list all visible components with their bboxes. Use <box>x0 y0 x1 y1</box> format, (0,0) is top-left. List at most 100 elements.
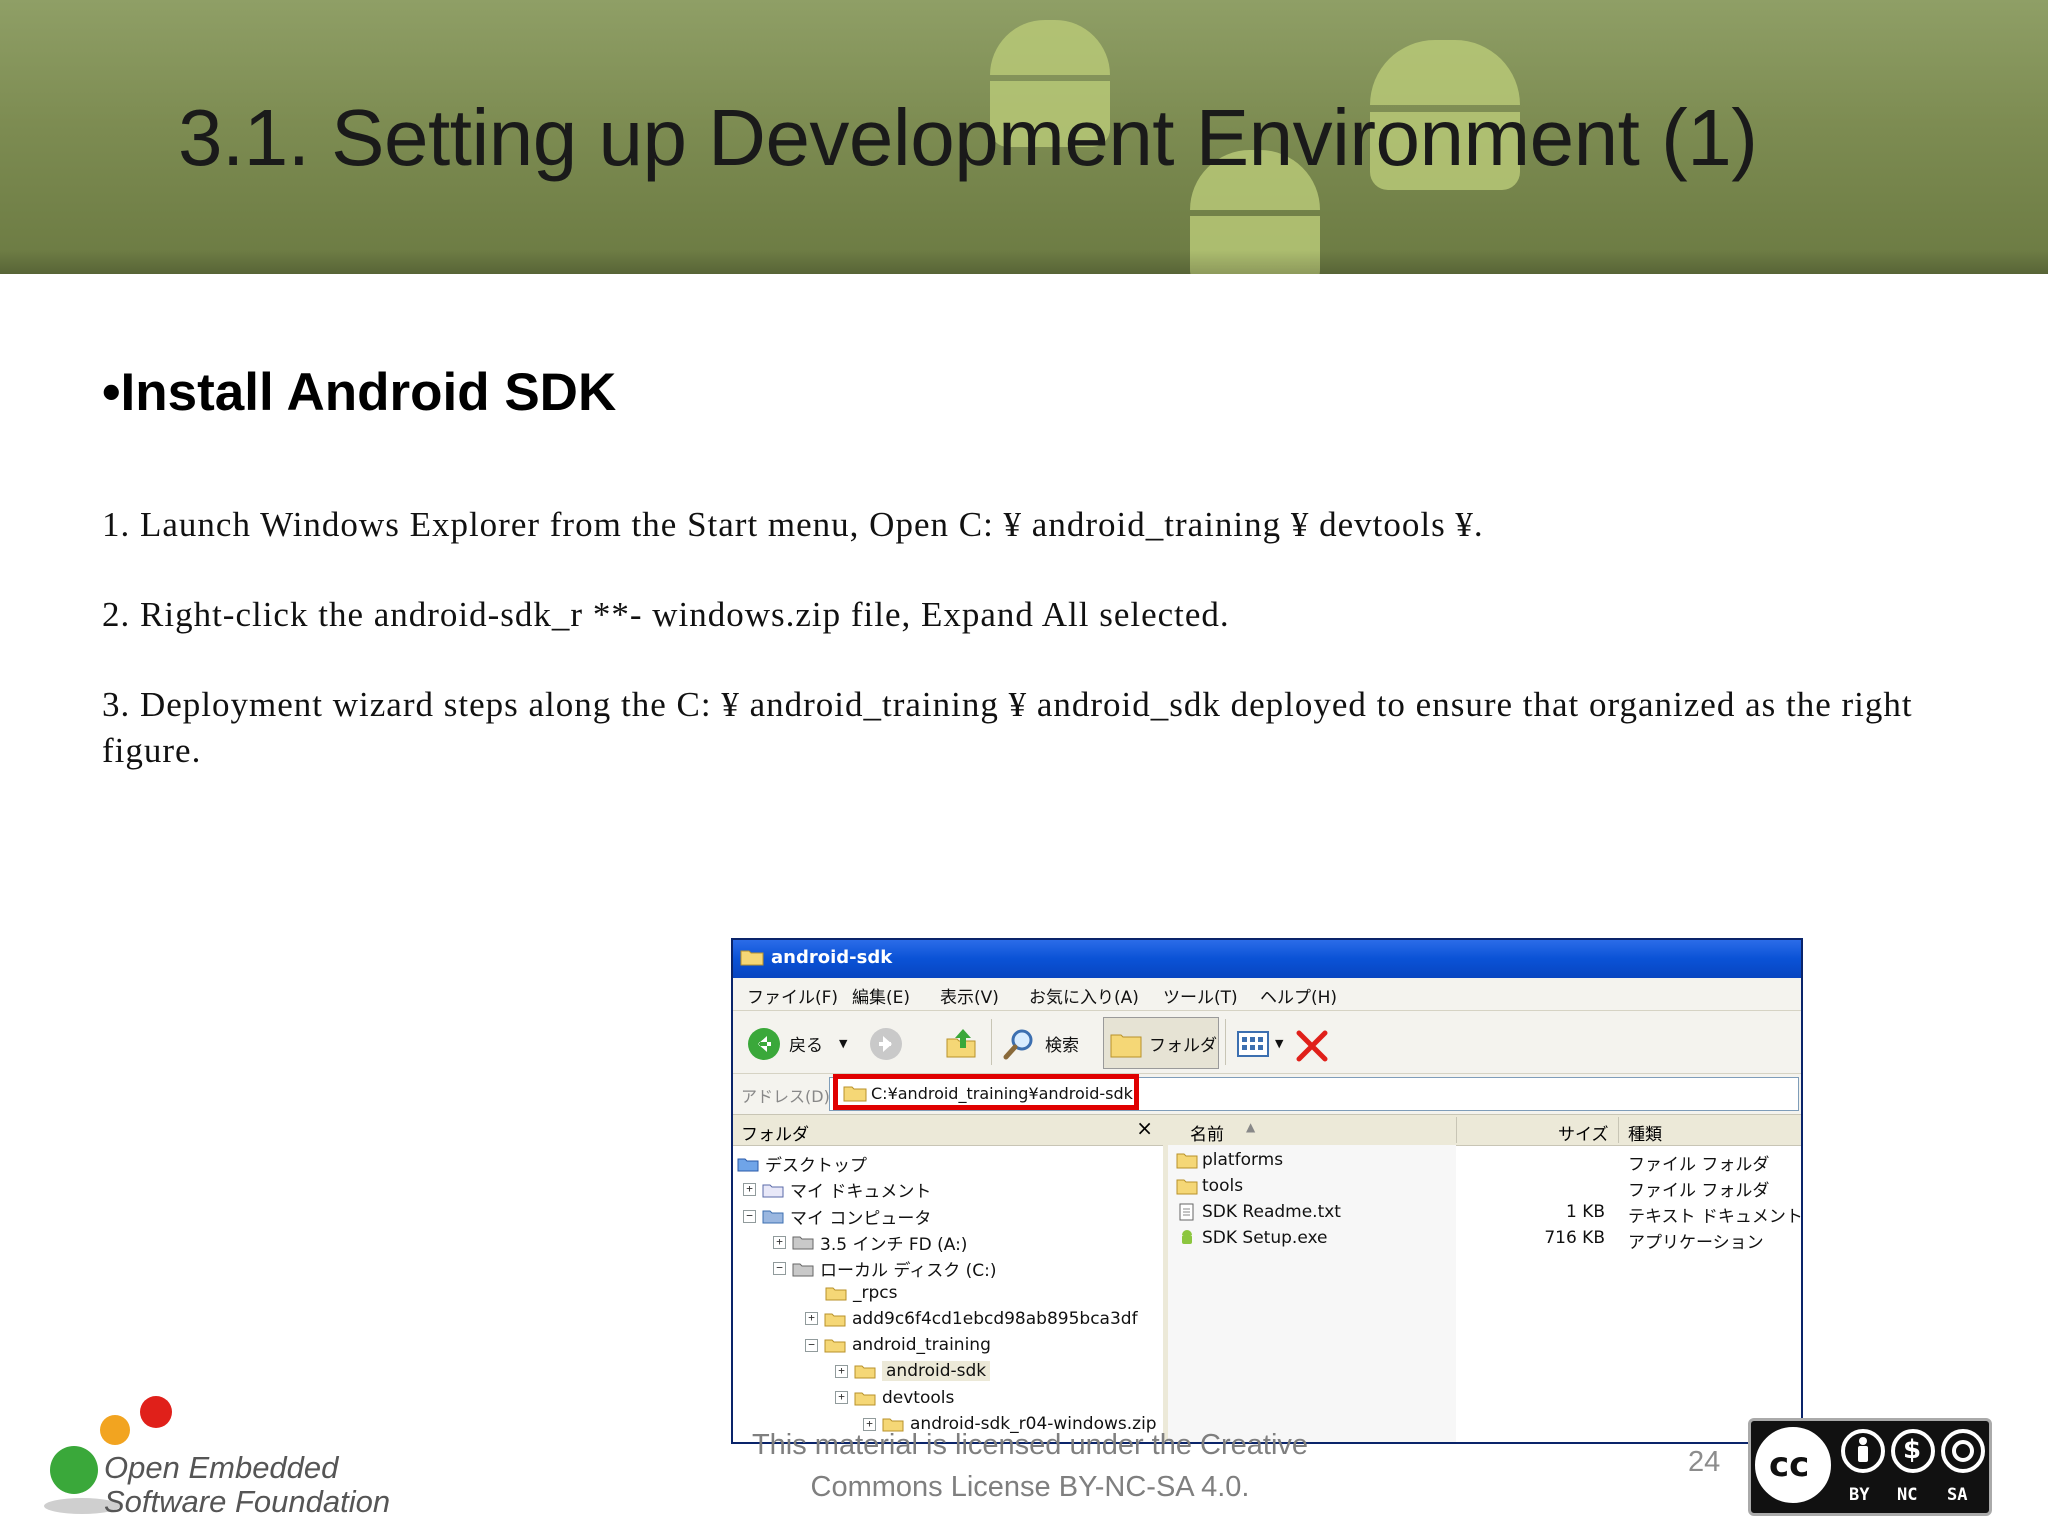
expand-icon[interactable]: + <box>835 1391 848 1405</box>
computer-icon <box>762 1210 784 1224</box>
tree-item-label: デスクトップ <box>765 1156 867 1176</box>
search-icon[interactable] <box>1003 1027 1037 1061</box>
folders-pane-title: フォルダ <box>741 1125 809 1145</box>
collapse-icon[interactable]: − <box>773 1262 786 1276</box>
logo-line-2: Software Foundation <box>104 1484 391 1519</box>
cc-icon: cc <box>1755 1427 1831 1503</box>
delete-icon[interactable] <box>1295 1029 1329 1063</box>
tree-item-label: 3.5 インチ FD (A:) <box>820 1234 968 1255</box>
file-type: ファイル フォルダ <box>1628 1181 1770 1201</box>
folder-icon <box>1110 1034 1142 1058</box>
oesf-logo: Open Embedded Software Foundation <box>36 1388 396 1519</box>
tree-item[interactable]: − マイ コンピュータ <box>743 1204 932 1229</box>
file-list-header: 名前 ▲ サイズ 種類 <box>1168 1115 1801 1146</box>
documents-icon <box>762 1184 784 1198</box>
address-highlight-box <box>833 1074 1139 1110</box>
desktop-icon <box>737 1158 759 1171</box>
collapse-icon[interactable]: − <box>743 1209 756 1223</box>
tree-item[interactable]: + マイ ドキュメント <box>743 1177 932 1203</box>
logo-line-1: Open Embedded <box>104 1450 339 1485</box>
step-list: 1. Launch Windows Explorer from the Star… <box>102 502 2002 818</box>
up-folder-icon[interactable] <box>943 1025 979 1061</box>
license-line-1: This material is licensed under the Crea… <box>751 1429 1309 1461</box>
folder-icon <box>740 950 764 966</box>
expand-icon[interactable]: + <box>835 1364 848 1378</box>
attribution-icon <box>1841 1429 1885 1473</box>
license-line-2: Commons License BY-NC-SA 4.0. <box>810 1471 1250 1503</box>
tree-item-label: android-sdk <box>882 1361 991 1382</box>
collapse-icon[interactable]: − <box>805 1338 818 1352</box>
views-icon[interactable] <box>1237 1031 1273 1057</box>
tree-item[interactable]: _rpcs <box>825 1283 897 1307</box>
address-bar: アドレス(D) C:¥android_training¥android-sdk <box>733 1074 1801 1115</box>
menu-favorites[interactable]: お気に入り(A) <box>1029 983 1139 1008</box>
explorer-panes: フォルダ × デスクトップ + マイ ドキュメント − マイ コンピュータ +3.5 イン… <box>733 1115 1801 1442</box>
file-name: SDK Setup.exe <box>1202 1228 1328 1248</box>
drive-icon <box>792 1263 814 1277</box>
expand-icon[interactable]: + <box>805 1312 818 1326</box>
tree-item[interactable]: − ローカル ディスク (C:) <box>773 1256 997 1282</box>
tree-item-label: マイ コンピュータ <box>790 1208 932 1229</box>
file-row[interactable]: tools ファイル フォルダ <box>1168 1175 1801 1201</box>
tree-item[interactable]: デスクトップ <box>737 1151 867 1176</box>
forward-arrow-icon[interactable] <box>869 1027 903 1061</box>
column-type[interactable]: 種類 <box>1628 1120 1662 1145</box>
folders-pane: フォルダ × デスクトップ + マイ ドキュメント − マイ コンピュータ +3.5 イン… <box>733 1115 1168 1442</box>
toolbar: 戻る ▼ 検索 フォルダ ▼ <box>733 1011 1801 1074</box>
file-type: アプリケーション <box>1628 1233 1764 1253</box>
file-row[interactable]: SDK Setup.exe 716 KB アプリケーション <box>1168 1227 1801 1253</box>
step-item: 2. Right-click the android-sdk_r **- win… <box>102 595 1230 634</box>
folder-icon <box>854 1365 876 1379</box>
menu-bar: ファイル(F) 編集(E) 表示(V) お気に入り(A) ツール(T) ヘルプ(… <box>733 978 1801 1011</box>
sharealike-icon <box>1941 1429 1985 1473</box>
text-file-icon <box>1179 1203 1194 1221</box>
cc-license-badge: cc $ BY NC SA <box>1748 1418 1992 1516</box>
cc-nc-label: NC <box>1897 1485 1918 1505</box>
menu-view[interactable]: 表示(V) <box>940 983 999 1008</box>
file-size: 716 KB <box>1544 1228 1605 1248</box>
tree-item[interactable]: + add9c6f4cd1ebcd98ab895bca3df <box>805 1309 1138 1333</box>
tree-item-label: ローカル ディスク (C:) <box>820 1261 997 1282</box>
expand-icon[interactable]: + <box>743 1183 756 1197</box>
file-row[interactable]: SDK Readme.txt 1 KB テキスト ドキュメント <box>1168 1201 1801 1227</box>
tree-item[interactable]: − android_training <box>805 1335 991 1359</box>
file-type: ファイル フォルダ <box>1628 1155 1770 1175</box>
tree-item[interactable]: + android-sdk <box>835 1361 991 1385</box>
menu-tools[interactable]: ツール(T) <box>1163 983 1238 1008</box>
column-size[interactable]: サイズ <box>1558 1120 1609 1145</box>
column-name[interactable]: 名前 <box>1190 1120 1224 1145</box>
folder-icon <box>824 1313 846 1327</box>
folder-icon <box>824 1339 846 1353</box>
sort-ascending-icon: ▲ <box>1246 1120 1256 1134</box>
back-arrow-icon[interactable] <box>747 1027 781 1061</box>
file-row[interactable]: platforms ファイル フォルダ <box>1168 1149 1801 1175</box>
file-name: platforms <box>1202 1150 1284 1170</box>
views-dropdown-icon[interactable]: ▼ <box>1275 1037 1283 1050</box>
folder-icon <box>854 1392 876 1406</box>
section-heading: •Install Android SDK <box>102 363 617 422</box>
menu-help[interactable]: ヘルプ(H) <box>1260 983 1337 1008</box>
menu-edit[interactable]: 編集(E) <box>852 983 910 1008</box>
file-size: 1 KB <box>1565 1202 1605 1222</box>
floppy-icon <box>792 1236 814 1250</box>
page-number: 24 <box>1688 1446 1721 1478</box>
tree-item[interactable]: +3.5 インチ FD (A:) <box>773 1230 968 1255</box>
folder-icon <box>825 1287 847 1300</box>
back-button-label[interactable]: 戻る <box>789 1031 823 1056</box>
window-title: android-sdk <box>771 947 893 968</box>
folder-icon <box>1176 1153 1198 1169</box>
menu-file[interactable]: ファイル(F) <box>747 983 838 1008</box>
close-icon[interactable]: × <box>1136 1116 1153 1140</box>
title-banner: 3.1. Setting up Development Environment … <box>0 0 2048 274</box>
tree-item-label: devtools <box>882 1387 955 1408</box>
search-button-label[interactable]: 検索 <box>1045 1031 1079 1056</box>
license-text: This material is licensed under the Crea… <box>720 1424 1340 1508</box>
noncommercial-icon: $ <box>1891 1429 1935 1473</box>
expand-icon[interactable]: + <box>773 1235 786 1249</box>
tree-item-label: マイ ドキュメント <box>790 1182 932 1203</box>
tree-item[interactable]: + devtools <box>835 1388 954 1412</box>
tree-item-label: android_training <box>852 1335 991 1356</box>
step-item: 3. Deployment wizard steps along the C: … <box>102 685 1913 770</box>
folders-button-label[interactable]: フォルダ <box>1149 1031 1217 1056</box>
back-dropdown-icon[interactable]: ▼ <box>839 1037 847 1050</box>
